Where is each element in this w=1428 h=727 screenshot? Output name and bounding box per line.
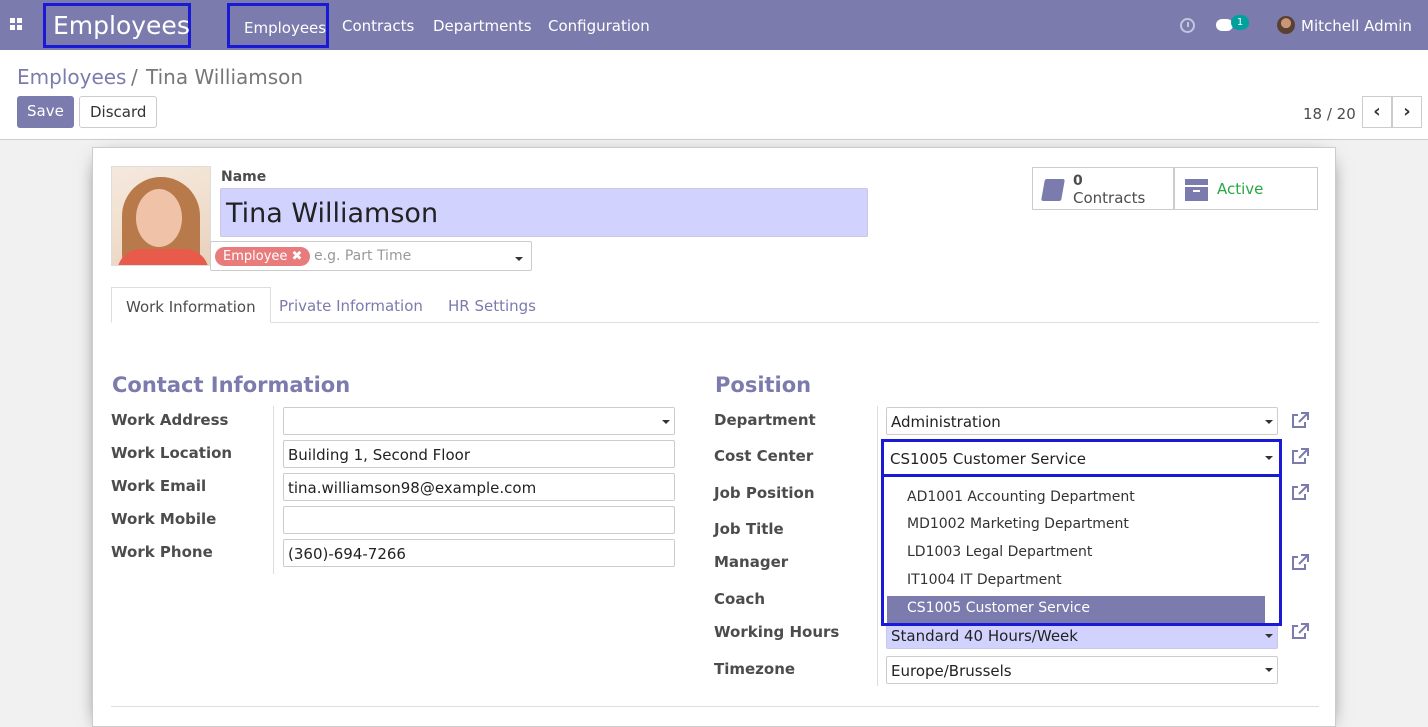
job-position-label: Job Position bbox=[714, 484, 815, 502]
coach-label: Coach bbox=[714, 590, 766, 608]
dropdown-option[interactable]: AD1001 Accounting Department bbox=[887, 485, 1265, 512]
app-brand[interactable]: Employees bbox=[43, 3, 191, 48]
cost-center-highlight bbox=[881, 439, 1282, 477]
active-label: Active bbox=[1217, 180, 1264, 198]
work-mobile-input[interactable] bbox=[283, 506, 675, 534]
dropdown-option-selected[interactable]: CS1005 Customer Service bbox=[887, 596, 1265, 623]
tag-remove-icon[interactable]: ✖ bbox=[292, 249, 303, 264]
name-input[interactable]: Tina Williamson bbox=[220, 188, 868, 237]
menu-contracts[interactable]: Contracts bbox=[342, 17, 414, 35]
tab-hr-settings[interactable]: HR Settings bbox=[434, 287, 550, 323]
breadcrumb-parent[interactable]: Employees bbox=[17, 65, 126, 89]
external-link-icon[interactable] bbox=[1290, 483, 1310, 503]
contracts-count: 0 bbox=[1073, 173, 1083, 189]
manager-label: Manager bbox=[714, 553, 789, 571]
dropdown-option[interactable]: MD1002 Marketing Department bbox=[887, 512, 1265, 539]
control-panel: Employees / Tina Williamson Save Discard… bbox=[0, 50, 1428, 140]
employee-photo[interactable] bbox=[111, 166, 211, 266]
dropdown-option[interactable]: IT1004 IT Department bbox=[887, 568, 1265, 595]
job-title-label: Job Title bbox=[714, 520, 784, 538]
chevron-down-icon bbox=[1265, 668, 1273, 672]
external-link-icon[interactable] bbox=[1290, 447, 1310, 467]
chat-badge: 1 bbox=[1231, 15, 1249, 30]
chevron-down-icon bbox=[1265, 634, 1273, 638]
external-link-icon[interactable] bbox=[1290, 553, 1310, 573]
work-mobile-label: Work Mobile bbox=[111, 510, 217, 528]
work-address-select[interactable] bbox=[283, 407, 675, 435]
save-button[interactable]: Save bbox=[17, 96, 74, 128]
work-email-label: Work Email bbox=[111, 477, 207, 495]
breadcrumb-current: Tina Williamson bbox=[146, 65, 304, 89]
department-select[interactable]: Administration bbox=[886, 407, 1278, 435]
timezone-label: Timezone bbox=[714, 660, 796, 678]
menu-configuration[interactable]: Configuration bbox=[548, 17, 650, 35]
work-email-input[interactable]: tina.williamson98@example.com bbox=[283, 473, 675, 501]
timezone-select[interactable]: Europe/Brussels bbox=[886, 656, 1278, 684]
work-phone-input[interactable]: (360)-694-7266 bbox=[283, 539, 675, 567]
cost-center-dropdown: AD1001 Accounting Department MD1002 Mark… bbox=[881, 474, 1282, 626]
working-hours-label: Working Hours bbox=[714, 623, 840, 641]
tab-work-information[interactable]: Work Information bbox=[111, 287, 271, 323]
external-link-icon[interactable] bbox=[1290, 411, 1310, 431]
work-location-input[interactable]: Building 1, Second Floor bbox=[283, 440, 675, 468]
discard-button[interactable]: Discard bbox=[79, 96, 158, 128]
user-avatar[interactable] bbox=[1277, 16, 1295, 34]
menu-employees[interactable]: Employees bbox=[227, 3, 329, 48]
tags-placeholder: e.g. Part Time bbox=[314, 248, 412, 264]
chevron-down-icon bbox=[1265, 420, 1273, 424]
chevron-right-icon: › bbox=[1403, 101, 1411, 122]
pager-value[interactable]: 18 / 20 bbox=[1303, 105, 1356, 123]
contracts-smart-button[interactable]: 0 Contracts bbox=[1032, 167, 1174, 210]
archive-icon bbox=[1185, 179, 1208, 201]
work-phone-label: Work Phone bbox=[111, 543, 213, 561]
work-location-label: Work Location bbox=[111, 444, 233, 462]
employee-tag[interactable]: Employee ✖ bbox=[215, 247, 311, 266]
activity-clock-icon[interactable] bbox=[1180, 18, 1195, 33]
department-label: Department bbox=[714, 411, 816, 429]
book-icon bbox=[1041, 179, 1065, 201]
active-toggle-button[interactable]: Active bbox=[1174, 167, 1318, 210]
external-link-icon[interactable] bbox=[1290, 622, 1310, 642]
tags-field[interactable]: Employee ✖ e.g. Part Time bbox=[210, 241, 532, 271]
apps-grid-icon[interactable] bbox=[10, 18, 24, 32]
menu-departments[interactable]: Departments bbox=[433, 17, 532, 35]
work-address-label: Work Address bbox=[111, 411, 229, 429]
chevron-down-icon[interactable] bbox=[515, 257, 523, 261]
form-sheet: Name Tina Williamson Employee ✖ e.g. Par… bbox=[92, 147, 1336, 727]
position-section-title: Position bbox=[715, 373, 812, 397]
pager-previous-button[interactable]: ‹ bbox=[1362, 96, 1392, 128]
user-menu[interactable]: Mitchell Admin bbox=[1301, 17, 1412, 35]
contracts-label: Contracts bbox=[1073, 189, 1146, 207]
tab-private-information[interactable]: Private Information bbox=[265, 287, 437, 323]
cost-center-label: Cost Center bbox=[714, 447, 814, 465]
name-label: Name bbox=[221, 169, 267, 185]
breadcrumb-separator: / bbox=[131, 65, 138, 89]
pager-next-button[interactable]: › bbox=[1392, 96, 1422, 128]
notebook-tabs: Work Information Private Information HR … bbox=[111, 287, 1319, 323]
chevron-down-icon bbox=[662, 420, 670, 424]
top-navbar: Employees Employees Contracts Department… bbox=[0, 0, 1428, 50]
contact-section-title: Contact Information bbox=[112, 373, 351, 397]
dropdown-option[interactable]: LD1003 Legal Department bbox=[887, 540, 1265, 567]
chevron-left-icon: ‹ bbox=[1373, 101, 1381, 122]
